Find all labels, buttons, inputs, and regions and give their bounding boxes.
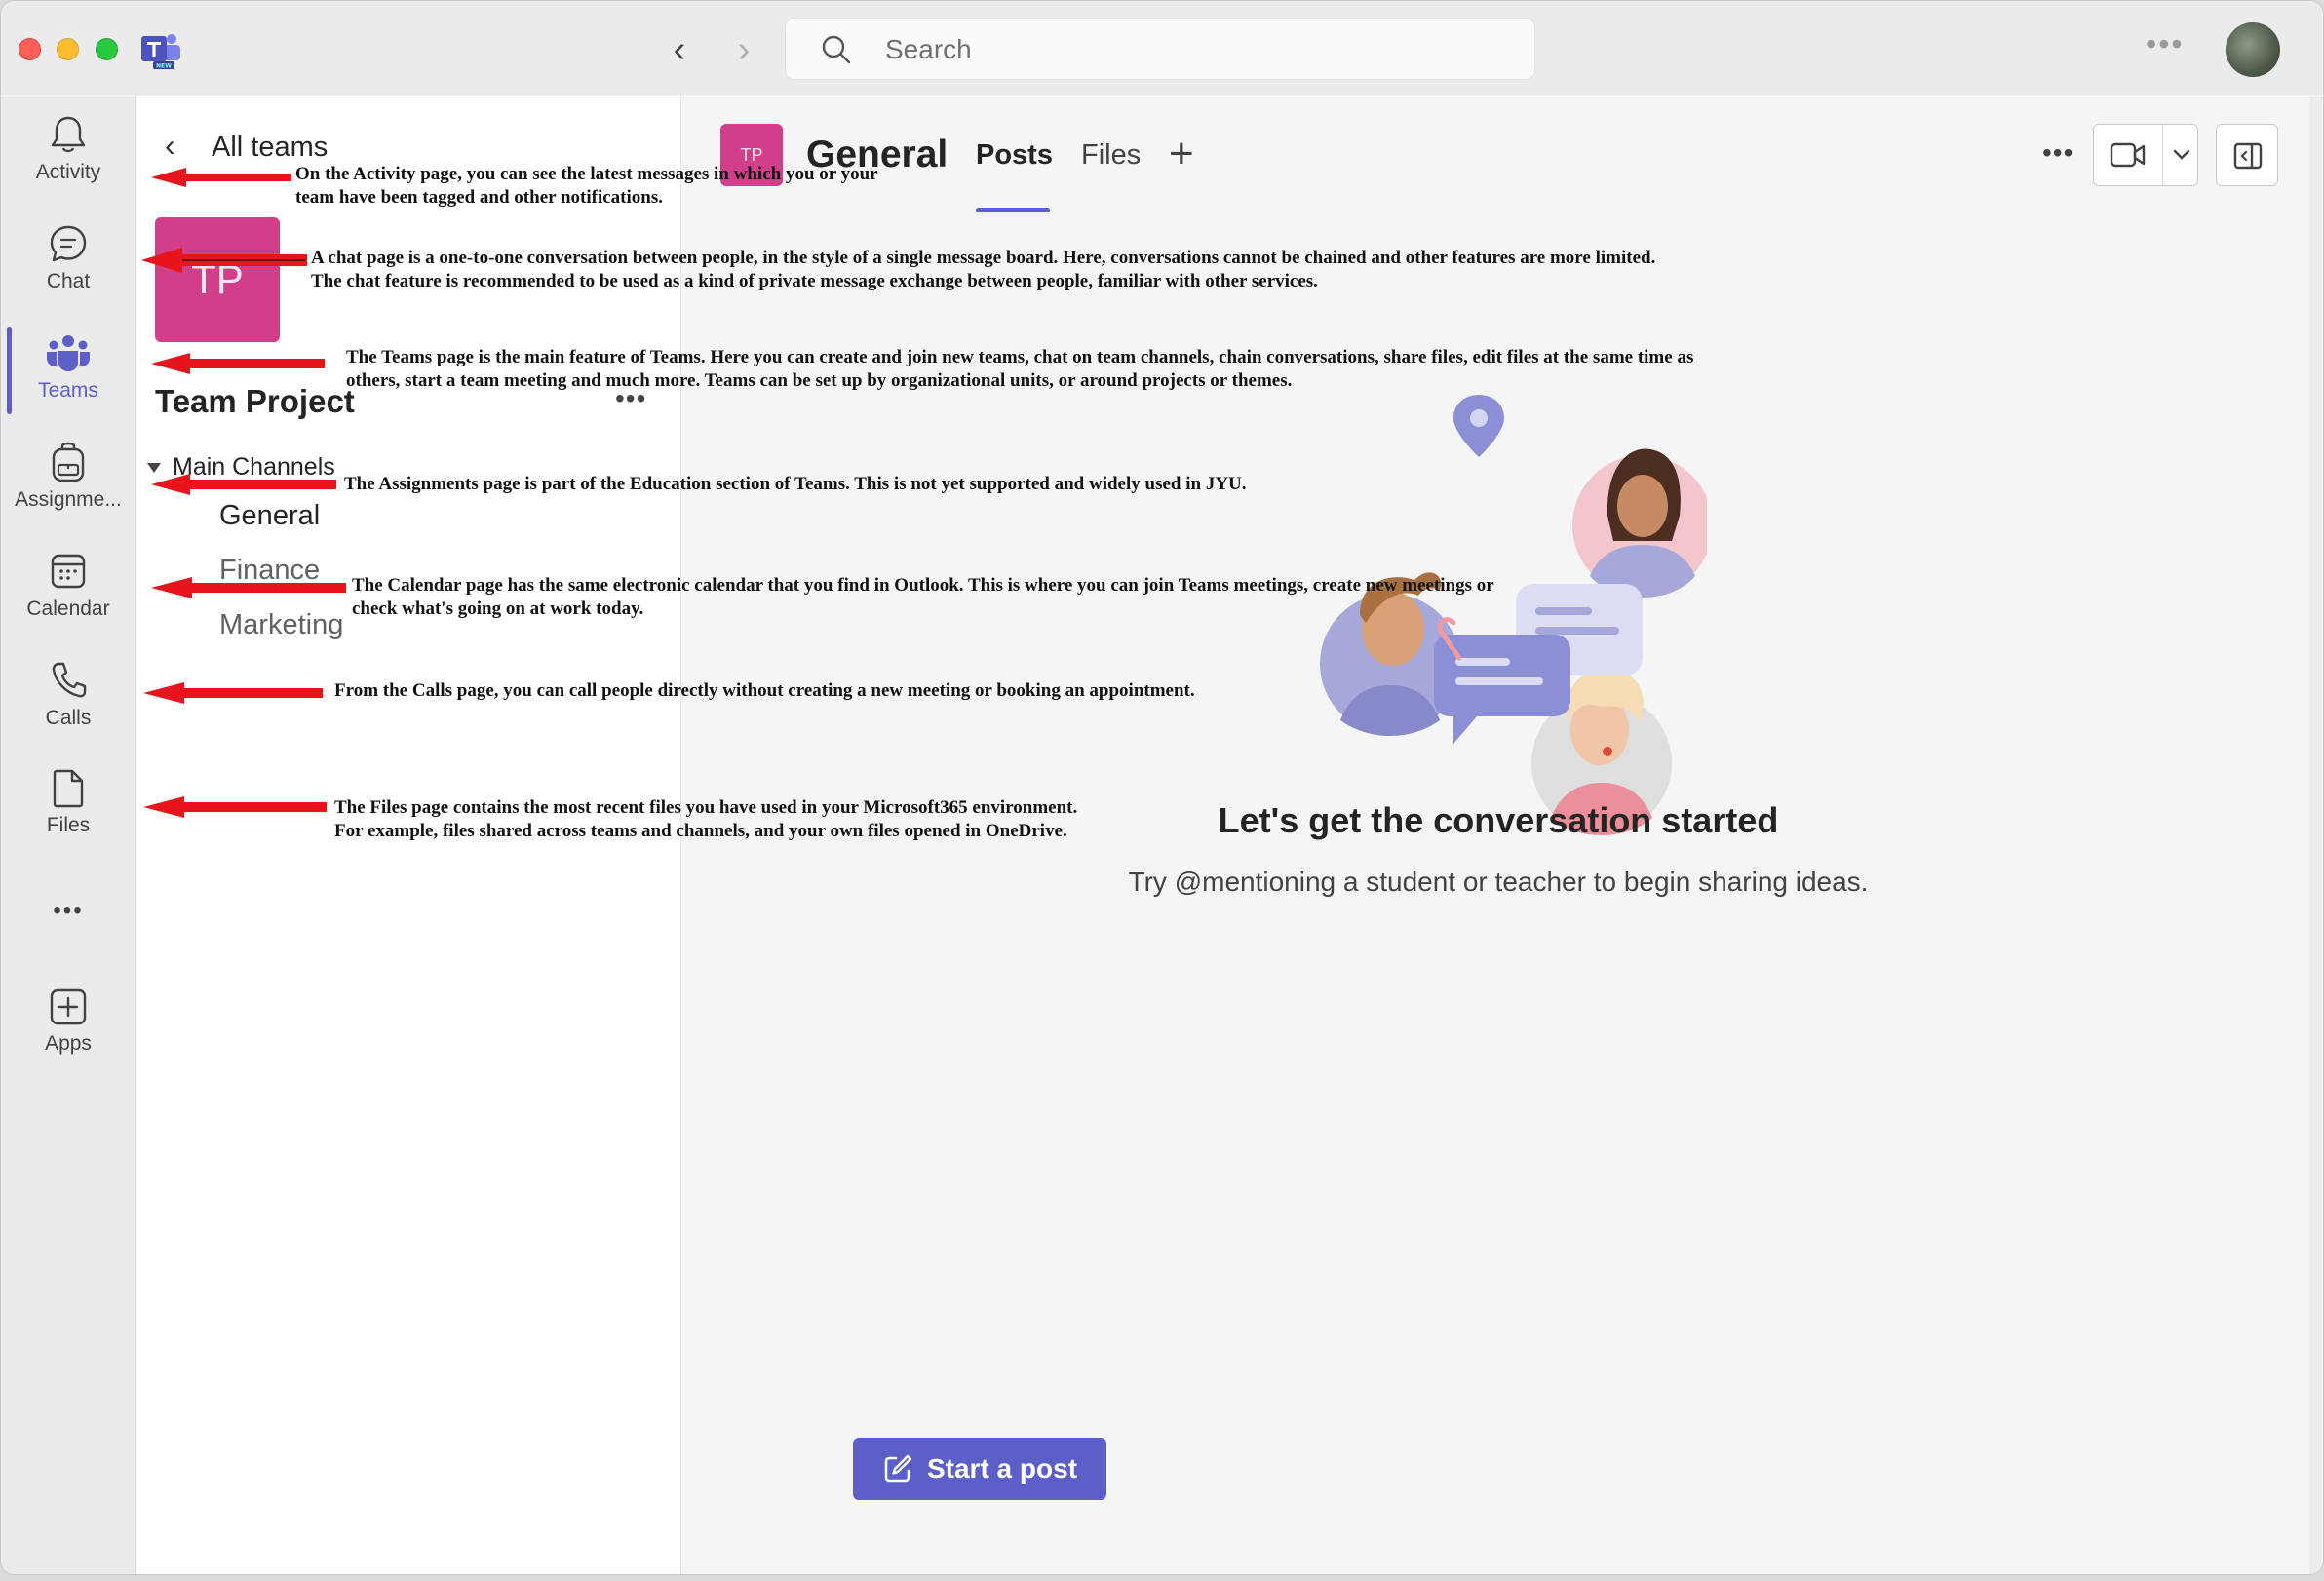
file-icon <box>53 769 84 808</box>
rail-item-assignments[interactable]: Assignme... <box>1 442 136 539</box>
rail-item-teams[interactable]: Teams <box>1 332 136 430</box>
teams-icon <box>47 335 90 371</box>
tab-posts[interactable]: Posts <box>976 139 1053 172</box>
app-rail: Activity Chat Teams Assignme... Calendar… <box>1 96 136 1574</box>
annotation-chat: A chat page is a one-to-one conversation… <box>311 248 1656 291</box>
window-scrollbar[interactable] <box>2309 96 2323 1574</box>
compose-icon <box>884 1454 912 1483</box>
toggle-side-panel-button[interactable] <box>2216 124 2278 186</box>
rail-label: Calls <box>45 707 92 729</box>
phone-icon <box>52 662 87 698</box>
teams-logo-icon: NEW <box>141 34 180 70</box>
chevron-left-icon: ‹ <box>165 128 175 163</box>
meet-now-button[interactable] <box>2093 124 2198 186</box>
close-window-button[interactable] <box>19 38 41 60</box>
empty-state-subtitle: Try @mentioning a student or teacher to … <box>1128 867 1869 897</box>
rail-label: Activity <box>35 161 101 183</box>
channel-marketing[interactable]: Marketing <box>219 609 343 641</box>
rail-label: Chat <box>46 270 91 292</box>
meet-button-divider <box>2162 125 2163 185</box>
annotation-activity: On the Activity page, you can see the la… <box>295 164 878 208</box>
active-tab-indicator <box>976 208 1050 212</box>
rail-item-apps[interactable]: Apps <box>1 987 136 1085</box>
chevron-down-icon[interactable] <box>2172 142 2191 168</box>
rail-label: Files <box>46 814 91 836</box>
start-post-label: Start a post <box>926 1453 1078 1484</box>
title-bar: NEW ‹ › ••• <box>1 1 2323 96</box>
annotation-calls: From the Calls page, you can call people… <box>334 680 1195 701</box>
rail-label: Calendar <box>26 598 110 620</box>
search-box[interactable] <box>785 18 1535 80</box>
all-teams-label: All teams <box>212 132 329 163</box>
forward-arrow-icon[interactable]: › <box>724 30 763 69</box>
svg-text:NEW: NEW <box>156 63 172 70</box>
rail-label: Assignme... <box>15 488 122 511</box>
annotation-arrow-activity <box>151 168 291 187</box>
rail-item-activity[interactable]: Activity <box>1 114 136 212</box>
side-panel-icon <box>2233 142 2263 170</box>
rail-item-chat[interactable]: Chat <box>1 223 136 321</box>
backpack-icon <box>52 442 85 482</box>
calendar-icon <box>51 554 86 589</box>
rail-item-files[interactable]: Files <box>1 769 136 867</box>
search-input[interactable] <box>885 28 1490 71</box>
start-post-button[interactable]: Start a post <box>853 1438 1106 1500</box>
annotation-arrow-files <box>143 796 327 818</box>
tab-files[interactable]: Files <box>1081 139 1141 172</box>
bell-icon <box>51 116 86 153</box>
annotation-assignments: The Assignments page is part of the Educ… <box>344 474 1247 494</box>
minimize-window-button[interactable] <box>57 38 79 60</box>
chat-icon <box>50 225 87 262</box>
teams-window: NEW ‹ › ••• Activity <box>0 0 2324 1575</box>
user-avatar[interactable] <box>2226 22 2280 77</box>
team-name: Team Project <box>155 383 355 419</box>
annotation-arrow-teams <box>151 353 325 374</box>
rail-more-apps-icon[interactable]: ••• <box>1 898 136 937</box>
zoom-window-button[interactable] <box>96 38 118 60</box>
annotation-teams: The Teams page is the main feature of Te… <box>346 347 1694 391</box>
rail-label: Apps <box>45 1032 92 1055</box>
add-app-icon <box>50 988 87 1025</box>
add-tab-button[interactable]: + <box>1169 130 1194 178</box>
team-avatar: TP <box>155 217 280 342</box>
rail-item-calendar[interactable]: Calendar <box>1 551 136 648</box>
annotation-arrow-calls <box>143 682 323 704</box>
annotation-arrow-calendar <box>151 577 346 598</box>
video-camera-icon <box>2110 142 2146 168</box>
search-icon <box>822 35 851 64</box>
rail-item-calls[interactable]: Calls <box>1 660 136 757</box>
annotation-files: The Files page contains the most recent … <box>334 797 1078 841</box>
annotation-arrow-assignments <box>151 474 336 495</box>
settings-more-icon[interactable]: ••• <box>2146 26 2185 62</box>
rail-label: Teams <box>38 379 98 402</box>
channel-more-options-icon[interactable]: ••• <box>2042 137 2073 169</box>
annotation-calendar: The Calendar page has the same electroni… <box>352 575 1494 619</box>
channel-general[interactable]: General <box>219 500 320 532</box>
back-arrow-icon[interactable]: ‹ <box>660 30 699 69</box>
annotation-arrow-chat <box>141 248 307 273</box>
